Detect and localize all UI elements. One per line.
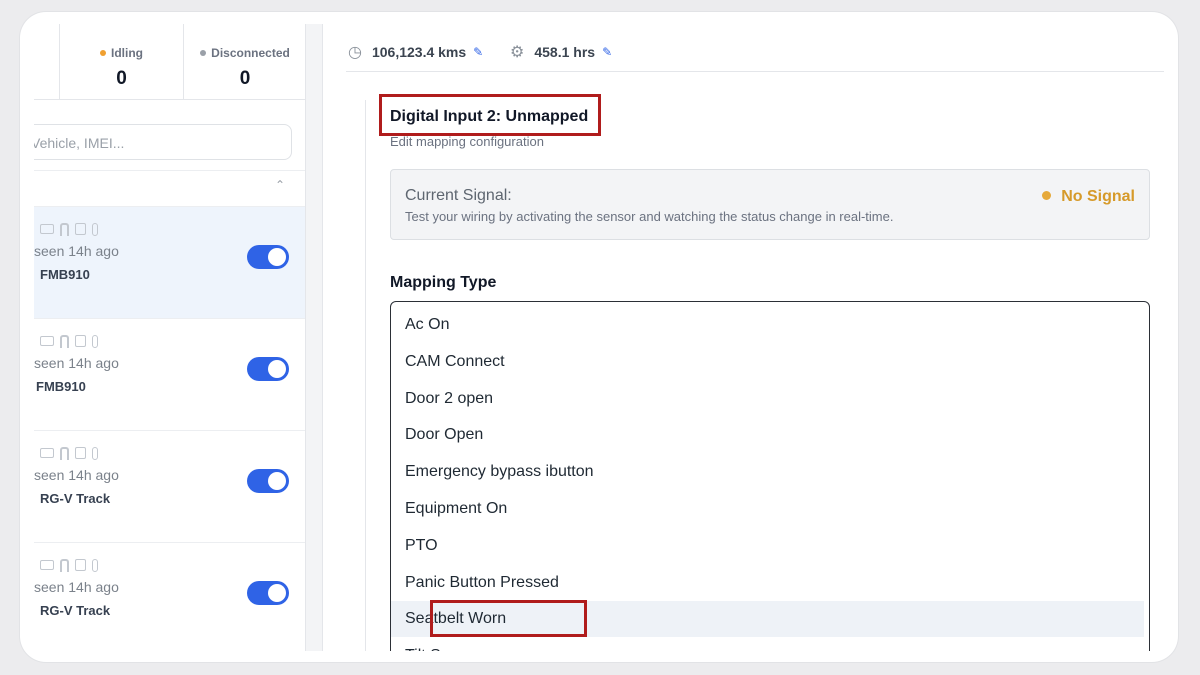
speedometer-icon: ◷ [348, 44, 362, 61]
edit-hours-icon[interactable]: ✎ [602, 45, 612, 59]
panel-divider [306, 24, 323, 651]
signal-description: Test your wiring by activating the senso… [405, 209, 894, 224]
status-stats: Idling 0 Disconnected 0 [34, 24, 305, 100]
vehicle-list-item[interactable]: seen 14h ago RG-V Track [34, 542, 305, 651]
engine-hours-metric: ⚙ 458.1 hrs ✎ [510, 42, 612, 62]
fuel-icon [75, 335, 86, 347]
signal-status-text: No Signal [1061, 188, 1135, 205]
stat-disconnected-value: 0 [239, 68, 251, 89]
vehicle-device-model: FMB910 [40, 267, 90, 282]
id-card-icon [40, 448, 54, 458]
screenshot-frame: Idling 0 Disconnected 0 Vehicle, IMEI...… [20, 12, 1178, 662]
thermometer-icon [92, 334, 98, 348]
thermometer-icon [92, 446, 98, 460]
mapping-option[interactable]: Ac On [391, 307, 1144, 343]
option-highlight-box [430, 600, 587, 637]
signal-tower-icon [60, 558, 69, 572]
vehicle-device-model: RG-V Track [40, 603, 111, 618]
mapping-option[interactable]: CAM Connect [391, 344, 1144, 380]
mapping-type-listbox[interactable]: Ac On CAM Connect Door 2 open Door Open Emer… [390, 301, 1150, 651]
app-window: Idling 0 Disconnected 0 Vehicle, IMEI...… [34, 24, 1164, 651]
thermometer-icon [92, 558, 98, 572]
search-placeholder: Vehicle, IMEI... [34, 135, 125, 151]
vehicle-sidebar: Idling 0 Disconnected 0 Vehicle, IMEI...… [34, 24, 306, 651]
vehicle-toggle[interactable] [247, 469, 289, 493]
disconnected-dot [200, 50, 207, 56]
vehicle-search-input[interactable]: Vehicle, IMEI... [34, 124, 292, 160]
odometer-metric: ◷ 106,123.4 kms ✎ [348, 42, 483, 62]
id-card-icon [40, 336, 54, 346]
signal-status: No Signal [1042, 188, 1135, 206]
current-signal-card: Current Signal: Test your wiring by acti… [390, 169, 1150, 240]
vehicle-toggle[interactable] [247, 245, 289, 269]
vehicle-last-seen: seen 14h ago [34, 467, 119, 483]
mapping-option[interactable]: Door Open [391, 417, 1144, 453]
fuel-icon [75, 447, 86, 459]
input-subtitle: Edit mapping configuration [390, 134, 544, 149]
vehicle-group-header[interactable]: ⌃ [34, 170, 305, 206]
vehicle-toggle[interactable] [247, 357, 289, 381]
stat-idling[interactable]: Idling 0 [59, 24, 183, 100]
mapping-option[interactable]: PTO [391, 528, 1144, 564]
engine-hours-value: 458.1 hrs [534, 44, 596, 60]
input-title: Digital Input 2: Unmapped [390, 108, 589, 125]
odometer-value: 106,123.4 kms [371, 44, 467, 60]
stat-idling-value: 0 [116, 68, 127, 89]
mapping-option[interactable]: Panic Button Pressed [391, 565, 1144, 601]
vehicle-last-seen: seen 14h ago [34, 243, 119, 259]
signal-tower-icon [60, 446, 69, 460]
mapping-type-label: Mapping Type [390, 274, 497, 291]
signal-tower-icon [60, 334, 69, 348]
stat-idling-label: Idling [111, 46, 143, 60]
thermometer-icon [92, 222, 98, 236]
mapping-option[interactable]: Equipment On [391, 491, 1144, 527]
stat-disconnected[interactable]: Disconnected 0 [183, 24, 305, 100]
vehicle-last-seen: seen 14h ago [34, 355, 119, 371]
vehicle-list-item[interactable]: seen 14h ago FMB910 [34, 318, 305, 430]
vehicle-metrics-bar: ◷ 106,123.4 kms ✎ ⚙ 458.1 hrs ✎ [346, 24, 1164, 72]
status-dot-icon [1042, 191, 1052, 200]
engine-icon: ⚙ [510, 44, 525, 61]
mapping-option[interactable]: Door 2 open [391, 381, 1144, 417]
chevron-up-icon[interactable]: ⌃ [275, 178, 285, 192]
edit-odometer-icon[interactable]: ✎ [473, 45, 483, 59]
section-divider [365, 100, 366, 651]
vehicle-list-item[interactable]: seen 14h ago FMB910 [34, 206, 305, 318]
vehicle-sensor-icons [40, 334, 98, 348]
vehicle-sensor-icons [40, 446, 98, 460]
input-mapping-panel: ◷ 106,123.4 kms ✎ ⚙ 458.1 hrs ✎ Digital … [306, 24, 1164, 651]
id-card-icon [40, 560, 54, 570]
vehicle-sensor-icons [40, 558, 98, 572]
signal-label: Current Signal: [405, 187, 512, 204]
signal-tower-icon [60, 222, 69, 236]
stat-disconnected-label: Disconnected [211, 46, 290, 60]
fuel-icon [75, 559, 86, 571]
vehicle-device-model: FMB910 [36, 379, 86, 394]
id-card-icon [40, 224, 54, 234]
fuel-icon [75, 223, 86, 235]
idling-dot [100, 50, 106, 56]
mapping-option[interactable]: Emergency bypass ibutton [391, 454, 1144, 490]
vehicle-sensor-icons [40, 222, 98, 236]
mapping-option[interactable]: Tilt Sensor [391, 638, 1144, 651]
vehicle-device-model: RG-V Track [40, 491, 111, 506]
vehicle-list-item[interactable]: seen 14h ago RG-V Track [34, 430, 305, 542]
vehicle-last-seen: seen 14h ago [34, 579, 119, 595]
vehicle-toggle[interactable] [247, 581, 289, 605]
